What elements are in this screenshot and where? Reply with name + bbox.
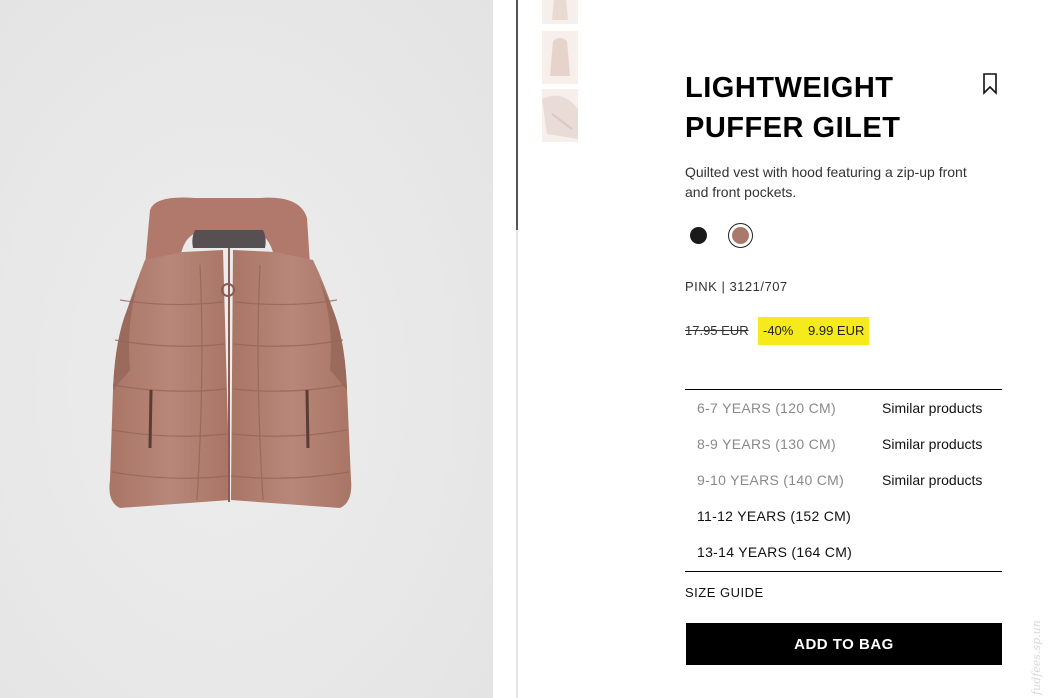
size-label: 6-7 YEARS (120 CM)	[697, 400, 836, 416]
old-price: 17.95 EUR	[685, 323, 749, 338]
similar-products-link[interactable]: Similar products	[882, 472, 982, 488]
product-description: Quilted vest with hood featuring a zip-u…	[685, 164, 967, 200]
size-label: 9-10 YEARS (140 CM)	[697, 472, 845, 488]
color-swatch-pink-fill	[732, 227, 749, 244]
size-selector: 6-7 YEARS (120 CM) Similar products 8-9 …	[685, 389, 1002, 572]
product-title: LIGHTWEIGHT PUFFER GILET	[685, 68, 945, 148]
similar-products-link[interactable]: Similar products	[882, 436, 982, 452]
thumbnail-1-image	[552, 0, 568, 20]
size-option[interactable]: 11-12 YEARS (152 CM)	[685, 498, 1002, 534]
size-option[interactable]: 8-9 YEARS (130 CM) Similar products	[685, 426, 1002, 462]
puffer-gilet-image	[109, 197, 352, 508]
product-main-image[interactable]	[0, 0, 493, 698]
size-guide-link[interactable]: SIZE GUIDE	[685, 585, 764, 600]
size-label: 13-14 YEARS (164 CM)	[697, 544, 853, 560]
size-label: 11-12 YEARS (152 CM)	[697, 508, 852, 524]
size-option[interactable]: 9-10 YEARS (140 CM) Similar products	[685, 462, 1002, 498]
new-price: 9.99 EUR	[808, 323, 865, 338]
thumbnail-3[interactable]	[542, 89, 578, 142]
size-option[interactable]: 6-7 YEARS (120 CM) Similar products	[685, 390, 1002, 426]
bookmark-icon[interactable]	[980, 72, 1000, 96]
thumbnail-1[interactable]	[542, 0, 578, 24]
discount-percent: -40%	[763, 323, 794, 338]
add-to-bag-button[interactable]: ADD TO BAG	[686, 623, 1002, 665]
thumbnail-2[interactable]	[542, 31, 578, 84]
sale-price-badge: -40% 9.99 EUR	[758, 317, 869, 345]
size-option[interactable]: 13-14 YEARS (164 CM)	[685, 534, 1002, 570]
similar-products-link[interactable]: Similar products	[882, 400, 982, 416]
product-title-line2: PUFFER GILET	[685, 112, 901, 144]
product-title-line1: LIGHTWEIGHT	[685, 72, 894, 104]
scrollbar-thumb[interactable]	[516, 0, 518, 230]
watermark: fudfees.sp.un	[1030, 620, 1043, 695]
thumbnail-3-image	[542, 95, 578, 139]
thumbnail-2-image	[550, 38, 570, 76]
color-reference: PINK | 3121/707	[685, 279, 788, 294]
size-label: 8-9 YEARS (130 CM)	[697, 436, 836, 452]
color-swatch-black[interactable]	[690, 227, 707, 244]
color-swatch-pink[interactable]	[728, 223, 753, 248]
